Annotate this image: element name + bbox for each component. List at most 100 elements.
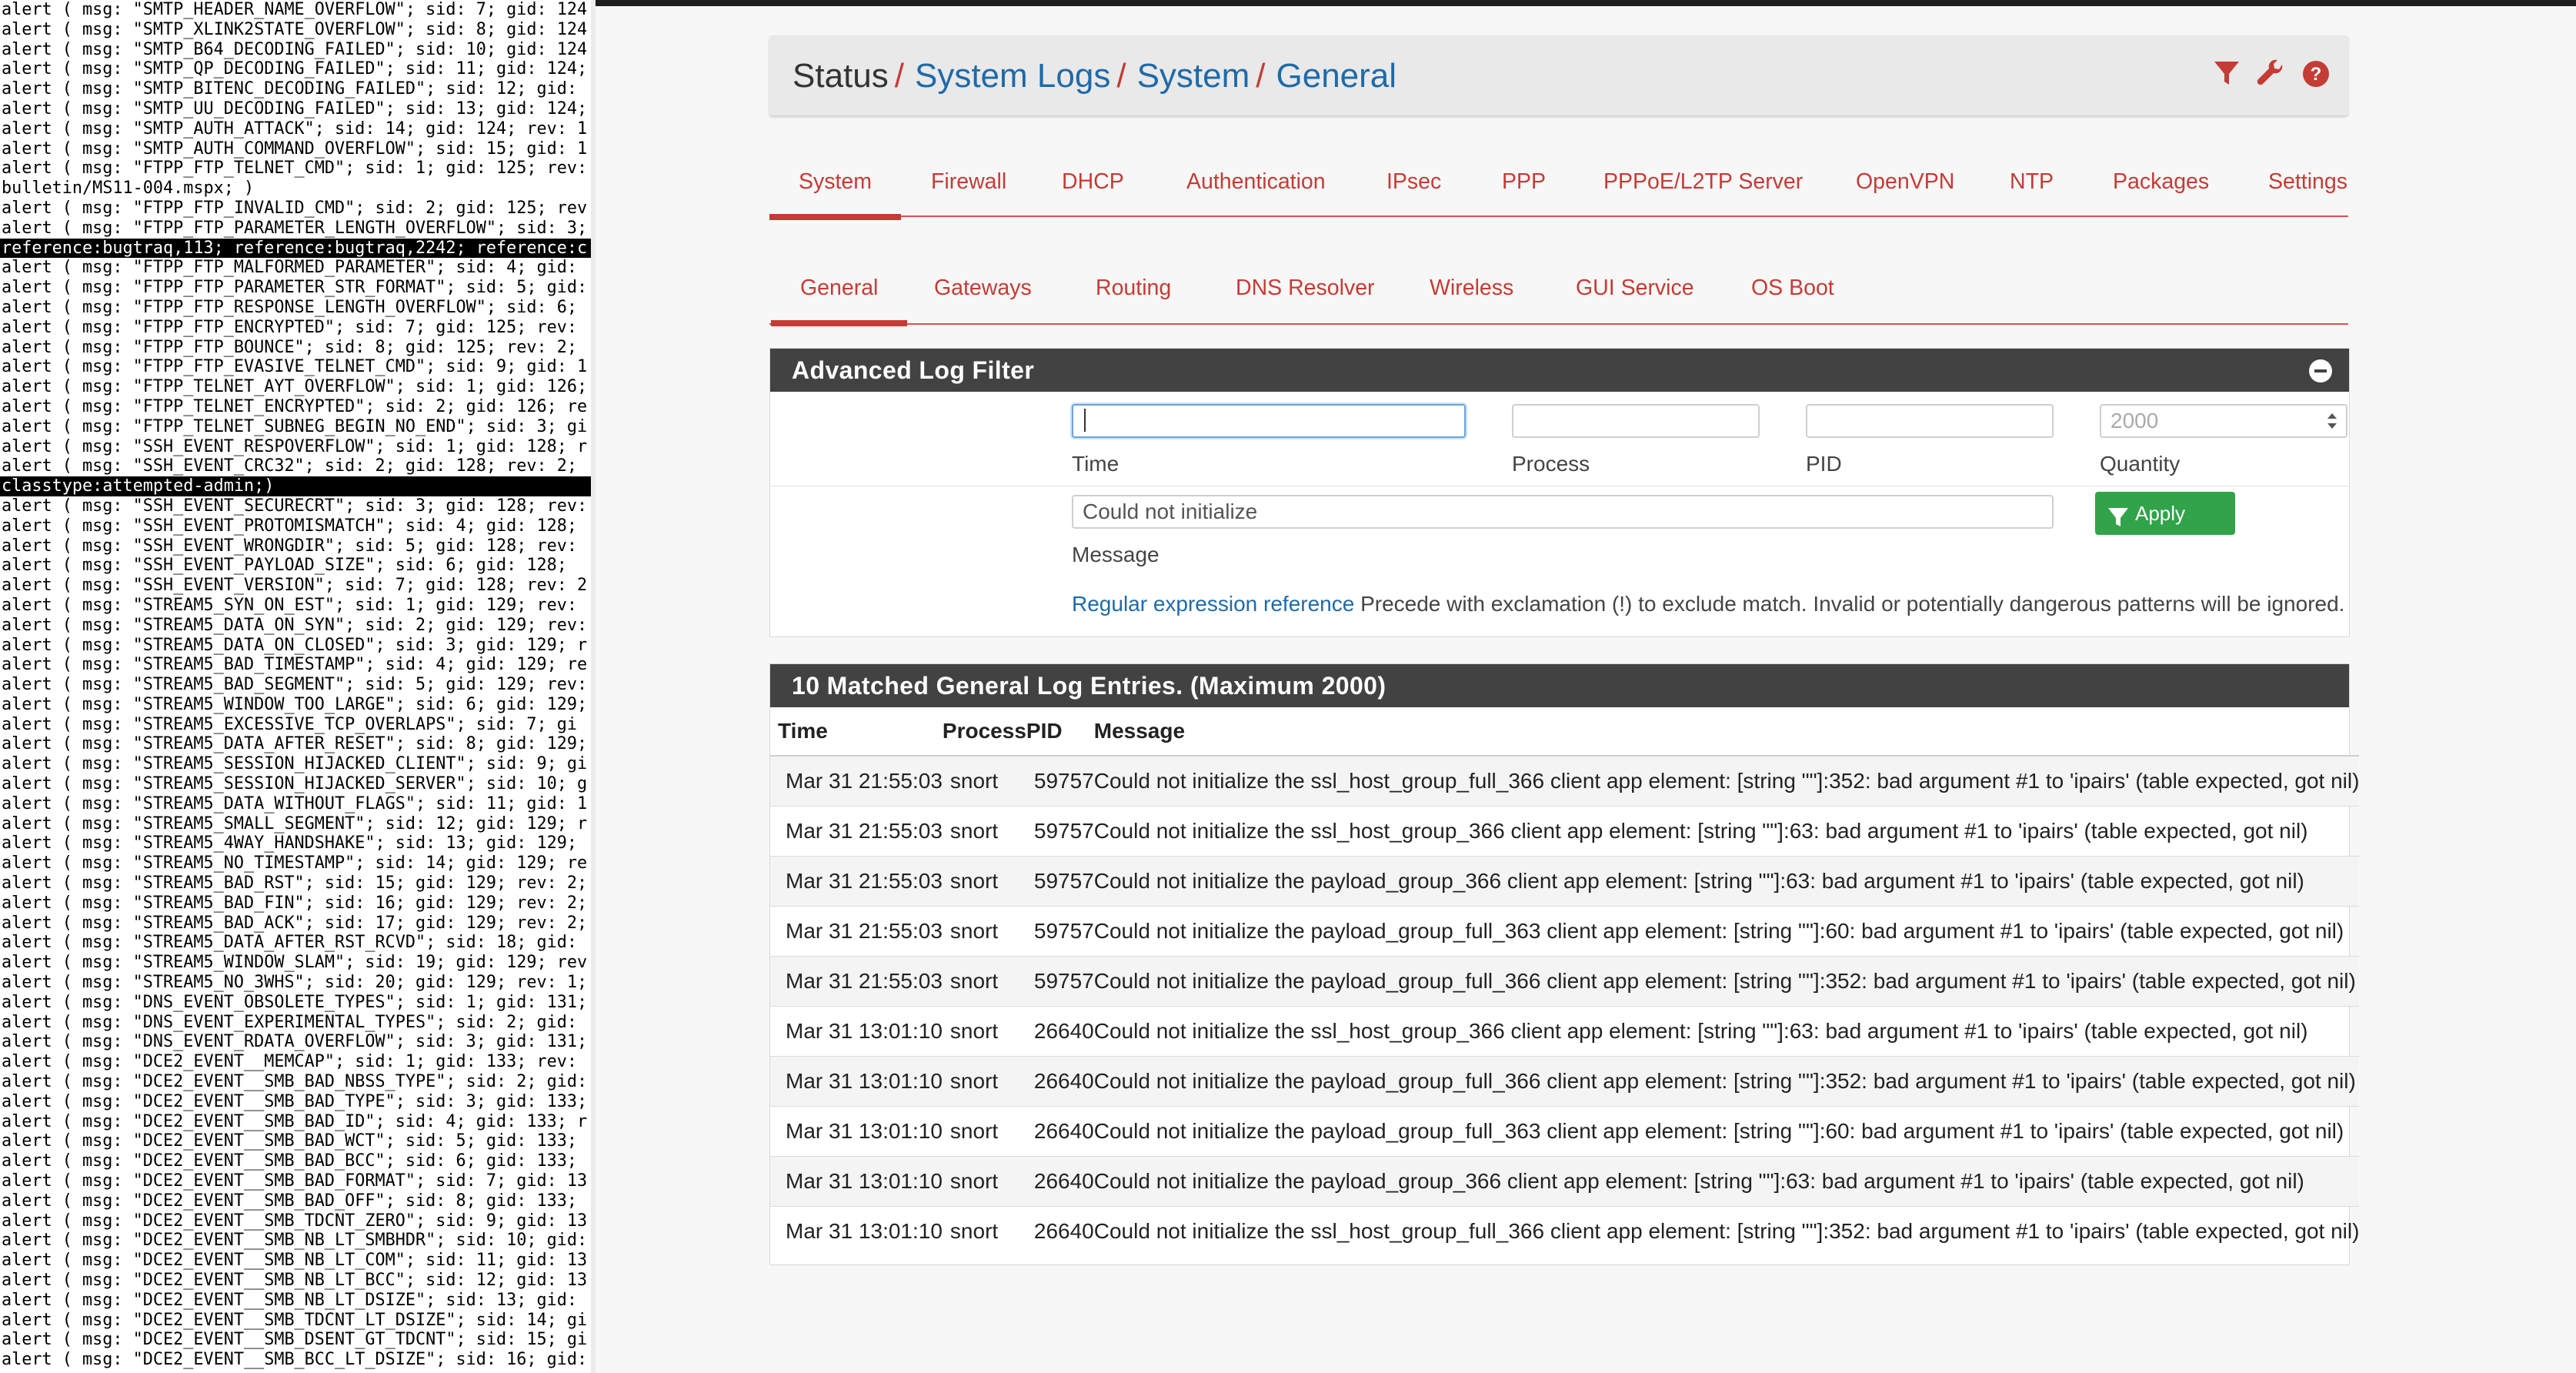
terminal-line: alert ( msg: "FTPP_FTP_ENCRYPTED"; sid: … <box>2 317 578 337</box>
terminal-line: alert ( msg: "FTPP_FTP_PARAMETER_STR_FOR… <box>2 278 588 298</box>
secondary-tabs: General Gateways Routing DNS Resolver Wi… <box>769 260 2348 326</box>
tab-gateways[interactable]: Gateways <box>934 276 1032 301</box>
wrench-icon[interactable] <box>2256 58 2287 89</box>
stepper-arrows-icon[interactable] <box>2324 409 2340 433</box>
tab-openvpn[interactable]: OpenVPN <box>1856 169 1954 195</box>
help-icon[interactable]: ? <box>2301 58 2331 89</box>
table-row[interactable]: Mar 31 21:55:03 snort 59757 Could not initi… <box>770 906 2360 957</box>
terminal-line: alert ( msg: "SMTP_UU_DECODING_FAILED"; … <box>2 99 588 119</box>
terminal-line: alert ( msg: "STREAM5_WINDOW_SLAM"; sid:… <box>2 953 588 973</box>
table-row[interactable]: Mar 31 13:01:10 snort 26640 Could not initi… <box>770 1206 2360 1256</box>
table-row[interactable]: Mar 31 13:01:10 snort 26640 Could not initi… <box>770 1106 2360 1157</box>
apply-filter-button[interactable]: Apply Filter <box>2095 492 2235 568</box>
tab-ppp[interactable]: PPP <box>1502 169 1546 195</box>
terminal-line: alert ( msg: "SSH_EVENT_RESPOVERFLOW"; s… <box>2 436 588 456</box>
terminal-line: alert ( msg: "DCE2_EVENT__SMB_NB_LT_COM"… <box>2 1251 588 1271</box>
terminal-line: alert ( msg: "STREAM5_BAD_TIMESTAMP"; si… <box>2 655 588 675</box>
cell-process: snort <box>942 956 1026 1007</box>
terminal-line: alert ( msg: "DCE2_EVENT__SMB_NB_LT_SMBH… <box>2 1231 588 1251</box>
cell-process: snort <box>942 755 1026 807</box>
table-row[interactable]: Mar 31 21:55:03 snort 59757 Could not initi… <box>770 956 2360 1007</box>
terminal-line: alert ( msg: "STREAM5_DATA_WITHOUT_FLAGS… <box>2 793 588 813</box>
cell-message: Could not initialize the payload_group_f… <box>1093 1106 2360 1157</box>
log-entries-panel: 10 Matched General Log Entries. (Maximum… <box>769 663 2360 1265</box>
cell-pid: 26640 <box>1026 1106 1094 1157</box>
process-input[interactable] <box>1512 404 1760 438</box>
breadcrumb: Status / System Logs / System / General <box>792 57 1396 95</box>
terminal-line: alert ( msg: "SMTP_AUTH_ATTACK"; sid: 14… <box>2 119 588 139</box>
tab-ipsec[interactable]: IPsec <box>1386 169 1441 195</box>
column-header-pid[interactable]: PID <box>1026 707 1094 757</box>
column-header-time[interactable]: Time <box>770 707 943 757</box>
terminal-line: alert ( msg: "DCE2_EVENT__SMB_BAD_FORMAT… <box>2 1171 588 1191</box>
table-row[interactable]: Mar 31 21:55:03 snort 59757 Could not initi… <box>770 856 2360 907</box>
tab-general[interactable]: General <box>770 276 908 326</box>
terminal-line: alert ( msg: "SMTP_QP_DECODING_FAILED"; … <box>2 59 588 79</box>
page-header: Status / System Logs / System / General ? <box>769 35 2348 115</box>
terminal-line: alert ( msg: "FTPP_TELNET_SUBNEG_BEGIN_N… <box>2 416 588 436</box>
regex-help-text: Precede with exclamation (!) to exclude … <box>1354 592 2345 616</box>
column-header-process[interactable]: Process <box>942 707 1026 757</box>
cell-pid: 59757 <box>1026 806 1094 857</box>
tab-wireless[interactable]: Wireless <box>1430 276 1513 301</box>
cell-pid: 26640 <box>1026 1156 1094 1207</box>
tab-authentication[interactable]: Authentication <box>1186 169 1326 195</box>
tab-firewall[interactable]: Firewall <box>931 169 1006 195</box>
cell-time: Mar 31 21:55:03 <box>770 906 943 957</box>
terminal-line: alert ( msg: "STREAM5_DATA_AFTER_RESET";… <box>2 734 588 754</box>
tab-pppoe-l2tp-server[interactable]: PPPoE/L2TP Server <box>1603 169 1803 195</box>
pfsense-page: Status / System Logs / System / General ? Syst… <box>596 6 2576 1373</box>
process-label: Process <box>1512 452 1590 476</box>
terminal-line: alert ( msg: "SMTP_B64_DECODING_FAILED";… <box>2 39 588 59</box>
advanced-log-filter-panel: Advanced Log Filter Time Process PID 200… <box>769 348 2350 637</box>
tab-settings[interactable]: Settings <box>2268 169 2347 195</box>
cell-pid: 59757 <box>1026 755 1094 807</box>
primary-tabs: System Firewall DHCP Authentication IPse… <box>769 154 2348 220</box>
terminal-line: classtype:attempted-admin;) <box>0 476 591 496</box>
cell-pid: 26640 <box>1026 1056 1094 1107</box>
breadcrumb-general[interactable]: General <box>1276 57 1397 95</box>
terminal-line: alert ( msg: "DCE2_EVENT__SMB_BAD_TYPE";… <box>2 1091 588 1111</box>
tab-dhcp[interactable]: DHCP <box>1062 169 1124 195</box>
tab-dns-resolver[interactable]: DNS Resolver <box>1236 276 1375 301</box>
breadcrumb-system[interactable]: System <box>1137 57 1250 95</box>
collapse-icon[interactable] <box>2309 359 2332 383</box>
terminal-line: bulletin/MS11-004.mspx; ) <box>2 179 255 199</box>
table-row[interactable]: Mar 31 13:01:10 snort 26640 Could not initi… <box>770 1156 2360 1207</box>
tab-ntp[interactable]: NTP <box>2010 169 2054 195</box>
tab-gui-service[interactable]: GUI Service <box>1576 276 1694 301</box>
terminal-line: alert ( msg: "DNS_EVENT_OBSOLETE_TYPES";… <box>2 992 588 1012</box>
pid-input[interactable] <box>1806 404 2054 438</box>
terminal-pane[interactable]: alert ( msg: "SMTP_HEADER_NAME_OVERFLOW"… <box>0 0 591 1373</box>
cell-pid: 59757 <box>1026 956 1094 1007</box>
table-row[interactable]: Mar 31 13:01:10 snort 26640 Could not initi… <box>770 1006 2360 1057</box>
terminal-line: alert ( msg: "SSH_EVENT_PROTOMISMATCH"; … <box>2 516 578 536</box>
tab-routing[interactable]: Routing <box>1096 276 1171 301</box>
cell-time: Mar 31 13:01:10 <box>770 1156 943 1207</box>
tab-packages[interactable]: Packages <box>2113 169 2209 195</box>
tab-system[interactable]: System <box>769 169 902 220</box>
regex-reference-link[interactable]: Regular expression reference <box>1072 592 1354 616</box>
table-row[interactable]: Mar 31 13:01:10 snort 26640 Could not initi… <box>770 1056 2360 1107</box>
cell-process: snort <box>942 806 1026 857</box>
quantity-stepper[interactable]: 2000 <box>2100 404 2347 438</box>
terminal-line: alert ( msg: "FTPP_FTP_EVASIVE_TELNET_CM… <box>2 357 588 377</box>
breadcrumb-system-logs[interactable]: System Logs <box>915 57 1110 95</box>
terminal-line: alert ( msg: "DCE2_EVENT__SMB_TDCNT_ZERO… <box>2 1211 588 1231</box>
panel-title: Advanced Log Filter <box>792 356 1035 384</box>
cell-time: Mar 31 21:55:03 <box>770 806 943 857</box>
cell-message: Could not initialize the payload_group_3… <box>1093 856 2360 907</box>
table-row[interactable]: Mar 31 21:55:03 snort 59757 Could not initi… <box>770 755 2360 807</box>
cell-time: Mar 31 13:01:10 <box>770 1006 943 1057</box>
cell-time: Mar 31 13:01:10 <box>770 1056 943 1107</box>
message-input[interactable] <box>1072 495 2054 529</box>
tab-os-boot[interactable]: OS Boot <box>1751 276 1834 301</box>
cell-message: Could not initialize the payload_group_f… <box>1093 1056 2360 1107</box>
breadcrumb-separator: / <box>1116 57 1126 95</box>
time-input[interactable] <box>1072 404 1466 438</box>
cell-process: snort <box>942 906 1026 957</box>
column-header-message[interactable]: Message <box>1093 707 2360 757</box>
svg-text:?: ? <box>2311 64 2322 85</box>
table-row[interactable]: Mar 31 21:55:03 snort 59757 Could not initi… <box>770 806 2360 857</box>
filter-icon[interactable] <box>2211 58 2242 89</box>
